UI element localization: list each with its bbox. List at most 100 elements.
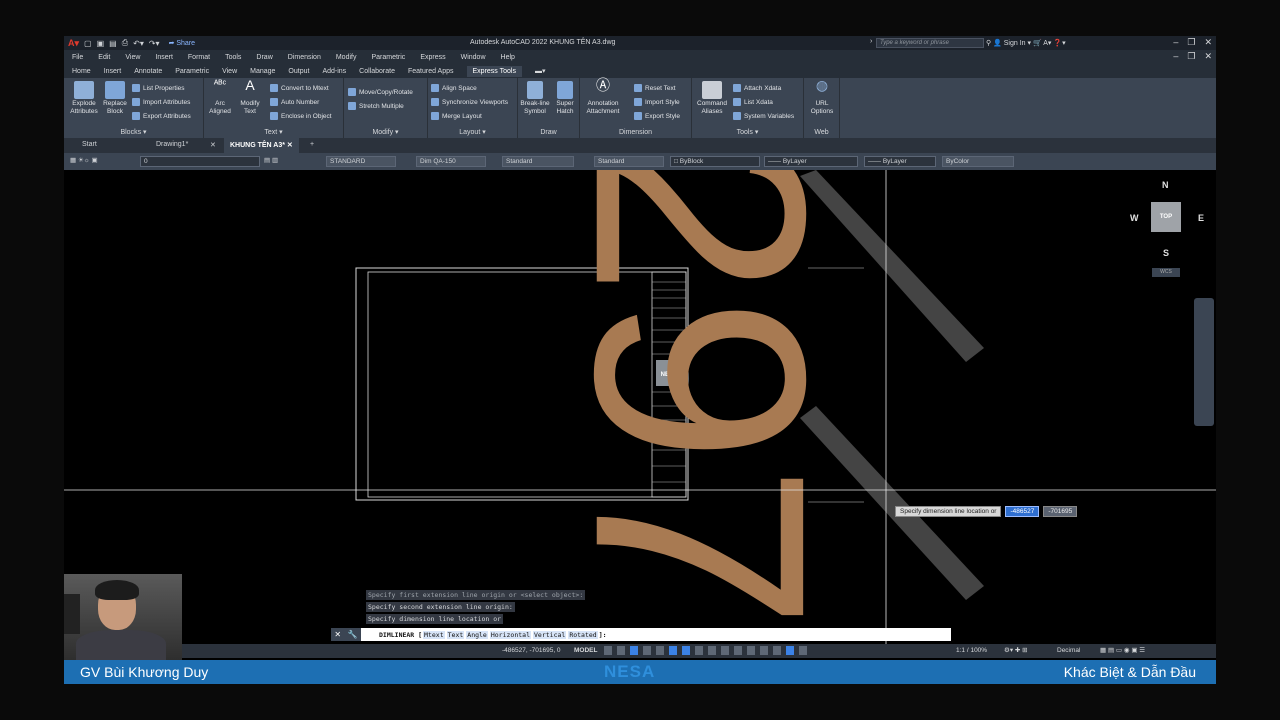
menu-help[interactable]: Help [501,54,515,61]
panel-title-layout[interactable]: Layout ▾ [428,128,517,136]
option-text[interactable]: Text [446,630,465,639]
menu-dimension[interactable]: Dimension [288,54,321,61]
auto-number-button[interactable]: Auto Number [270,98,319,106]
export-attributes-button[interactable]: Export Attributes [132,112,191,120]
modify-text-button[interactable]: A Modify Text [236,78,264,116]
menu-modify[interactable]: Modify [336,54,357,61]
new-tab-icon[interactable]: + [310,141,314,148]
menu-format[interactable]: Format [188,54,210,61]
url-options-button[interactable]: ◍ URL Options [806,78,838,116]
option-vertical[interactable]: Vertical [533,630,567,639]
explode-attributes-button[interactable]: Explode Attributes [68,81,100,116]
synchronize-viewports-button[interactable]: Synchronize Viewports [431,98,508,106]
viewcube[interactable]: N W TOP E S WCS [1126,180,1206,280]
tab-express-tools[interactable]: Express Tools [466,65,522,77]
doc-minimize-icon[interactable]: – [1173,51,1178,62]
system-variables-button[interactable]: System Variables [733,112,794,120]
isodraft-icon[interactable] [656,646,664,655]
menu-parametric[interactable]: Parametric [371,54,405,61]
status-extra-icons[interactable]: ▦ ▤ ▭ ◉ ▣ ☰ [1100,646,1145,654]
search-input[interactable]: Type a keyword or phrase [876,38,984,48]
tab-drawing1[interactable]: Drawing1* [156,141,188,148]
option-rotated[interactable]: Rotated [568,630,598,639]
layer-dropdown[interactable]: 0 [140,156,260,167]
annotation-attachment-button[interactable]: Ⓐ Annotation Attachment [582,78,624,116]
open-icon[interactable]: ▣ [97,39,105,48]
close-command-line-icon[interactable]: ✕ [334,630,341,639]
convert-to-mtext-button[interactable]: Convert to Mtext [270,84,329,92]
navigation-bar[interactable] [1194,298,1214,426]
viewcube-east[interactable]: E [1198,213,1204,223]
dim-style-dropdown[interactable]: Dim QA-150 [416,156,486,167]
menu-edit[interactable]: Edit [98,54,110,61]
reset-text-button[interactable]: Reset Text [634,84,676,92]
viewcube-top-face[interactable]: TOP [1151,202,1181,232]
plotstyle-dropdown[interactable]: ByColor [942,156,1014,167]
close-active-tab-icon[interactable]: ✕ [287,142,293,149]
settings-icon[interactable]: ⚙▾ ✚ ⊞ [1004,646,1028,654]
text-style-dropdown[interactable]: STANDARD [326,156,396,167]
plot-icon[interactable]: ⎙ [122,38,128,48]
panel-title-dimension[interactable]: Dimension [580,129,691,136]
option-horizontal[interactable]: Horizontal [489,630,531,639]
close-icon[interactable]: ✕ [1204,37,1212,48]
auto-scale-icon[interactable] [799,646,807,655]
command-line[interactable]: ✕ 🔧 DIMLINEAR [Mtext Text Angle Horizontal V… [331,628,951,641]
menu-file[interactable]: File [72,54,83,61]
menu-window[interactable]: Window [461,54,486,61]
dynamic-ucs-icon[interactable] [747,646,755,655]
export-style-button[interactable]: Export Style [634,112,680,120]
dynamic-input-x[interactable]: -486527 [1005,506,1040,517]
tab-khung-ten-a3[interactable]: KHUNG TÊN A3* ✕ [224,138,299,153]
tab-annotate[interactable]: Annotate [134,68,162,75]
command-aliases-button[interactable]: Command Aliases [694,81,730,116]
lineweight-icon[interactable] [695,646,703,655]
viewcube-north[interactable]: N [1162,180,1169,190]
tab-featured-apps[interactable]: Featured Apps [408,68,454,75]
save-icon[interactable]: ▤ [109,39,117,48]
ortho-icon[interactable] [630,646,638,655]
selection-cycling-icon[interactable] [721,646,729,655]
grid-icon[interactable] [604,646,612,655]
panel-title-tools[interactable]: Tools ▾ [692,128,803,136]
option-mtext[interactable]: Mtext [423,630,445,639]
menu-express[interactable]: Express [420,54,445,61]
drawing-canvas[interactable]: NESA 297 N W TOP E S WCS Specify dimensi… [64,170,1216,644]
tab-add-ins[interactable]: Add-ins [322,68,346,75]
lineweight-dropdown[interactable]: —— ByLayer [864,156,936,167]
autocad-logo-icon[interactable]: A▾ [68,38,79,49]
doc-close-icon[interactable]: ✕ [1204,51,1212,62]
tab-parametric[interactable]: Parametric [175,68,209,75]
doc-restore-icon[interactable]: ❐ [1187,51,1195,62]
arc-aligned-button[interactable]: ᴬᴮᶜ Arc Aligned [206,80,234,116]
enclose-in-object-button[interactable]: Enclose in Object [270,112,332,120]
menu-tools[interactable]: Tools [225,54,241,61]
transparency-icon[interactable] [708,646,716,655]
new-icon[interactable]: ▢ [84,39,92,48]
panel-title-modify[interactable]: Modify ▾ [344,128,427,136]
search-arrow-icon[interactable]: › [870,38,872,45]
share-button[interactable]: ➦ Share [169,39,196,47]
redo-icon[interactable]: ↷▾ [149,39,160,48]
table-style-dropdown[interactable]: Standard [502,156,574,167]
3d-osnap-icon[interactable] [734,646,742,655]
menu-insert[interactable]: Insert [155,54,173,61]
polar-icon[interactable] [643,646,651,655]
color-dropdown[interactable]: □ ByBlock [670,156,760,167]
sign-in-button[interactable]: ⚲ 👤 Sign In ▾ 🛒 A▾ ❓▾ [986,39,1066,47]
menu-draw[interactable]: Draw [256,54,272,61]
undo-icon[interactable]: ↶▾ [133,39,144,48]
tab-home[interactable]: Home [72,68,91,75]
attach-xdata-button[interactable]: Attach Xdata [733,84,781,92]
tab-collaborate[interactable]: Collaborate [359,68,395,75]
panel-title-draw[interactable]: Draw [518,129,579,136]
model-space-button[interactable]: MODEL [574,647,597,654]
panel-title-text[interactable]: Text ▾ [204,128,343,136]
tab-insert[interactable]: Insert [104,68,122,75]
break-line-symbol-button[interactable]: Break-line Symbol [520,81,550,116]
ribbon-toggle-icon[interactable]: ▬▾ [535,67,546,75]
selection-filter-icon[interactable] [760,646,768,655]
linetype-dropdown[interactable]: —— ByLayer [764,156,858,167]
panel-title-blocks[interactable]: Blocks ▾ [64,128,203,136]
replace-block-button[interactable]: Replace Block [100,81,130,116]
